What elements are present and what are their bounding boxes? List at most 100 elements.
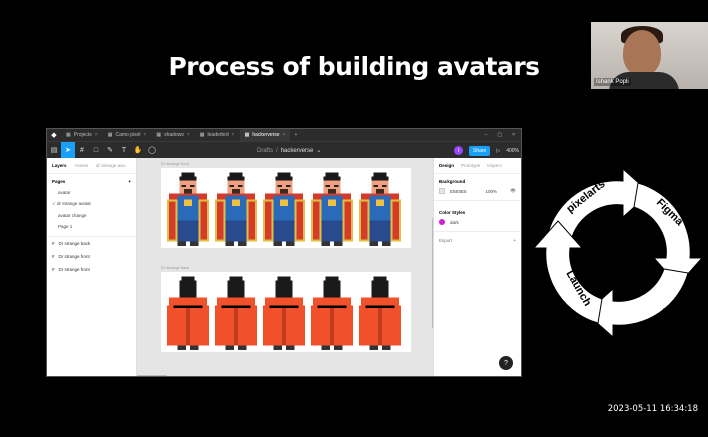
pen-tool-icon[interactable]: ✎ xyxy=(103,142,117,159)
add-export-button[interactable]: + xyxy=(513,238,516,243)
color-styles-heading: Color Styles xyxy=(439,210,466,215)
toolbar-right: I Share ▷ 400% xyxy=(454,142,519,159)
horizontal-scrollbar[interactable] xyxy=(137,375,167,376)
tab-label: leaderbrd xyxy=(207,132,229,138)
page-item[interactable]: Page 1 xyxy=(47,221,136,232)
sprite-front[interactable] xyxy=(215,170,257,251)
page-name: avatar xyxy=(58,190,71,195)
user-avatar[interactable]: I xyxy=(454,146,463,155)
sprite-back[interactable] xyxy=(263,274,305,355)
text-tool-icon[interactable]: T xyxy=(117,142,131,159)
move-tool-icon[interactable]: ➤ xyxy=(61,141,75,159)
sprite-front[interactable] xyxy=(359,170,401,251)
grid-icon: ▦ xyxy=(66,132,71,138)
new-tab-button[interactable]: + xyxy=(290,132,301,138)
left-panel-tabs: Layers Assets dr strange ava.. xyxy=(47,158,136,174)
file-icon: ▦ xyxy=(107,132,113,138)
right-panel-tabs: Design Prototype Inspect xyxy=(434,158,521,174)
participant-name: Ishank Popli xyxy=(594,78,631,86)
cycle-label-testing: Testing xyxy=(662,301,699,335)
present-icon[interactable]: ▷ xyxy=(496,148,500,154)
sprite-back[interactable] xyxy=(311,274,353,355)
main-menu-icon[interactable]: ▤ xyxy=(47,142,61,159)
participant-face xyxy=(623,30,661,76)
tab-projects[interactable]: ▦ Projects × xyxy=(61,129,103,141)
export-row: Export + xyxy=(434,236,521,245)
layer-name: Dr strange front xyxy=(58,267,90,272)
color-style-swatch xyxy=(439,219,445,225)
layer-item[interactable]: # Dr strange front xyxy=(47,263,136,276)
tab-leaderbrd[interactable]: ▦ leaderbrd × xyxy=(195,129,240,141)
breadcrumb-folder[interactable]: Drafts xyxy=(257,148,273,154)
page-item[interactable]: avatar change xyxy=(47,210,136,221)
share-button[interactable]: Share xyxy=(469,145,491,156)
frame-dr-strange-front[interactable] xyxy=(161,168,411,248)
page-name: avatar change xyxy=(58,213,87,218)
figma-logo-icon[interactable]: ◆ xyxy=(47,131,61,139)
background-heading: Background xyxy=(439,179,466,184)
add-page-button[interactable]: + xyxy=(128,179,131,184)
page-item[interactable]: avatar xyxy=(47,187,136,198)
layer-item[interactable]: # Dr strange back xyxy=(47,237,136,250)
frame-icon: # xyxy=(52,241,55,246)
sprite-back[interactable] xyxy=(359,274,401,355)
window-close-icon[interactable]: × xyxy=(512,132,515,138)
tab-layers[interactable]: Layers xyxy=(52,163,67,168)
frame-label[interactable]: Dr strange back xyxy=(161,265,189,270)
breadcrumb-separator: / xyxy=(276,147,278,154)
layer-name: Dr strange back xyxy=(58,241,91,246)
tab-assets[interactable]: Assets xyxy=(75,163,89,168)
current-page-dropdown[interactable]: dr strange ava.. xyxy=(96,163,127,168)
file-icon: ▦ xyxy=(199,132,205,138)
frame-tool-icon[interactable]: # xyxy=(75,142,89,159)
frame-dr-strange-back[interactable] xyxy=(161,272,411,352)
close-icon[interactable]: × xyxy=(95,132,98,138)
chevron-down-icon[interactable]: ⌄ xyxy=(316,147,321,154)
sprite-front[interactable] xyxy=(263,170,305,251)
hand-tool-icon[interactable]: ✋ xyxy=(131,142,145,159)
tab-label: shadows xyxy=(164,132,184,138)
divider xyxy=(434,200,521,201)
file-icon: ▦ xyxy=(156,132,162,138)
background-opacity-input[interactable]: 100% xyxy=(486,189,498,194)
close-icon[interactable]: × xyxy=(232,132,235,138)
sprite-front[interactable] xyxy=(311,170,353,251)
tab-label: Projects xyxy=(73,132,92,138)
close-icon[interactable]: × xyxy=(187,132,190,138)
zoom-level[interactable]: 400% xyxy=(506,148,519,154)
figma-canvas[interactable]: Dr strange front Dr strange back xyxy=(137,158,435,376)
tab-design[interactable]: Design xyxy=(439,163,454,168)
shape-tool-icon[interactable]: □ xyxy=(89,142,103,159)
tab-camo-pixel[interactable]: ▦ Camo pixel × xyxy=(103,129,152,141)
frame-icon: # xyxy=(52,267,55,272)
sprite-front[interactable] xyxy=(167,170,209,251)
export-heading: Export xyxy=(439,238,453,243)
eye-icon[interactable]: 👁 xyxy=(510,188,516,194)
background-swatch[interactable] xyxy=(439,188,445,194)
sprite-back[interactable] xyxy=(167,274,209,355)
color-style-row[interactable]: dark xyxy=(434,217,521,227)
layer-item[interactable]: # Dr strange front xyxy=(47,250,136,263)
figma-window: ◆ ▦ Projects × ▦ Camo pixel × ▦ shadows × ▦ lea… xyxy=(46,128,522,377)
sprite-back[interactable] xyxy=(215,274,257,355)
page-item-selected[interactable]: ✓ dr strange avatar xyxy=(47,198,136,210)
tab-shadows[interactable]: ▦ shadows × xyxy=(151,129,194,141)
maximize-icon[interactable]: ▢ xyxy=(497,132,502,138)
recording-timestamp: 2023-05-11 16:34:18 xyxy=(607,404,698,414)
minimize-icon[interactable]: – xyxy=(485,132,488,138)
tab-hackerverse[interactable]: ▦ hackerverse × xyxy=(239,129,291,141)
tab-prototype[interactable]: Prototype xyxy=(461,163,480,168)
left-panel: Layers Assets dr strange ava.. Pages + a… xyxy=(47,158,137,376)
help-button[interactable]: ? xyxy=(499,356,513,370)
background-hex-input[interactable]: E5E5E5 xyxy=(450,189,467,194)
right-panel: Design Prototype Inspect Background E5E5… xyxy=(433,158,521,376)
page-name: dr strange avatar xyxy=(57,201,92,206)
comment-tool-icon[interactable]: ◯ xyxy=(145,142,159,159)
close-icon[interactable]: × xyxy=(143,132,146,138)
tab-label: Camo pixel xyxy=(115,132,141,138)
background-row: E5E5E5 100% 👁 xyxy=(434,186,521,196)
frame-label[interactable]: Dr strange front xyxy=(161,161,189,166)
close-icon[interactable]: × xyxy=(283,132,286,138)
breadcrumb-file[interactable]: hackerverse xyxy=(281,148,314,154)
tab-inspect[interactable]: Inspect xyxy=(487,163,502,168)
